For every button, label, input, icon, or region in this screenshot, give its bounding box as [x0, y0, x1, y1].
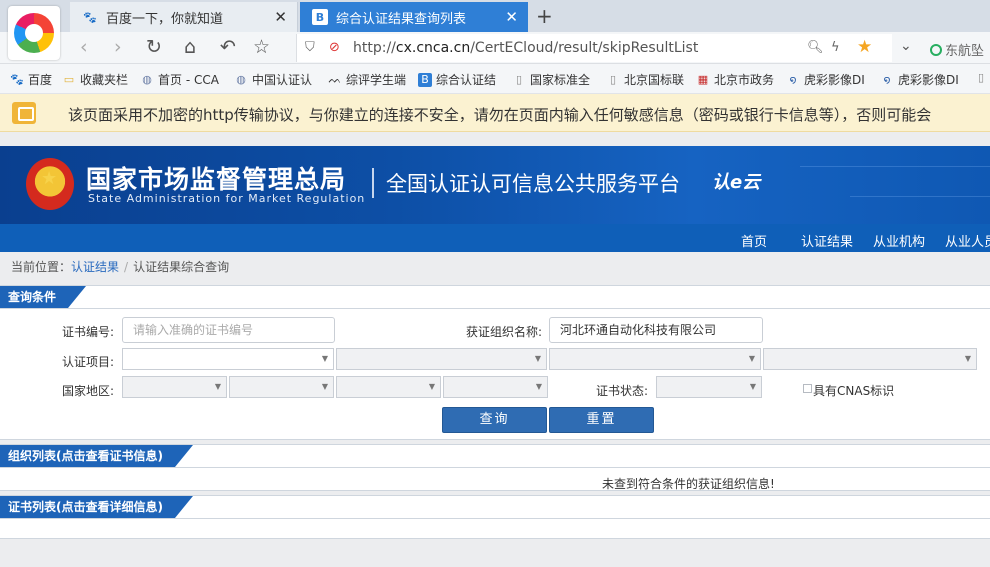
- bookmark-item[interactable]: ▯: [974, 71, 990, 85]
- region-label: 国家地区:: [62, 384, 115, 398]
- browser-logo-icon: [14, 13, 54, 53]
- bookmark-item[interactable]: ᨓ 综评学生端: [328, 71, 406, 88]
- region-select-4[interactable]: [443, 376, 548, 398]
- warning-text: 该页面采用不加密的http传输协议，与你建立的连接不安全，请勿在页面内输入任何敏…: [68, 106, 932, 124]
- bookmark-item[interactable]: ▯ 北京国标联: [606, 71, 684, 88]
- bookmark-item[interactable]: 🐾 百度: [10, 71, 52, 88]
- baidu-paw-icon: 🐾: [10, 72, 24, 86]
- page-icon: ▯: [977, 71, 985, 84]
- cnas-label: 具有CNAS标识: [813, 384, 895, 398]
- nav-personnel[interactable]: 从业人员: [945, 231, 990, 250]
- agency-name-en: State Administration for Market Regulati…: [88, 192, 366, 205]
- nav-institutions[interactable]: 从业机构: [873, 231, 925, 250]
- bookmark-item[interactable]: ໑虎彩影像DI: [880, 71, 958, 88]
- status-select[interactable]: [656, 376, 762, 398]
- national-emblem-icon: [26, 158, 74, 210]
- swirl-icon: ໑: [789, 72, 797, 86]
- grid-icon: ▦: [697, 72, 709, 86]
- mountain-icon: ᨓ: [328, 72, 342, 86]
- breadcrumb: 当前位置：认证结果 / 认证结果综合查询: [11, 260, 230, 274]
- lightning-icon[interactable]: ϟ: [831, 40, 840, 55]
- insecure-connection-warning: 该页面采用不加密的http传输协议，与你建立的连接不安全，请勿在页面内输入任何敏…: [0, 94, 990, 132]
- cert-list-title: 证书列表(点击查看详细信息): [0, 496, 193, 518]
- project-select-2[interactable]: [336, 348, 547, 370]
- page-icon: ▯: [515, 72, 523, 86]
- browser-toolbar: ‹ › ↻ ⌂ ↶ ☆ ⛉ ⊘ http://cx.cnca.cn/CertEC…: [0, 32, 990, 64]
- platform-title: 全国认证认可信息公共服务平台: [386, 172, 680, 196]
- search-engine-box[interactable]: 东航坠: [930, 40, 984, 59]
- org-name-input[interactable]: 河北环通自动化科技有限公司: [549, 317, 763, 343]
- globe-icon: ◍: [236, 72, 246, 86]
- new-tab-button[interactable]: +: [536, 4, 553, 28]
- bookmarks-bar: 🐾 百度 ▭ 收藏夹栏 ◍ 首页 - CCA ◍ 中国认证认 ᨓ 综评学生端 B 综合认证结…: [0, 64, 990, 94]
- close-icon[interactable]: ✕: [274, 8, 287, 26]
- breadcrumb-link[interactable]: 认证结果: [71, 260, 119, 274]
- browser-logo[interactable]: [8, 6, 60, 60]
- baidu-paw-icon: 🐾: [83, 10, 97, 24]
- nav-cert-results[interactable]: 认证结果: [801, 231, 853, 250]
- home-icon[interactable]: ⌂: [184, 36, 196, 58]
- region-select-3[interactable]: [336, 376, 441, 398]
- shield-icon[interactable]: ⛉: [305, 40, 315, 55]
- undo-icon[interactable]: ↶: [220, 36, 236, 58]
- site-favicon: B: [312, 9, 328, 25]
- chevron-down-icon[interactable]: ⌄: [900, 38, 912, 54]
- cert-no-label: 证书编号:: [62, 325, 115, 339]
- cnas-checkbox[interactable]: [803, 384, 812, 393]
- agency-name-cn: 国家市场监督管理总局: [86, 165, 347, 194]
- tab-title: 百度一下，你就知道: [106, 11, 224, 27]
- close-icon[interactable]: ✕: [505, 8, 518, 26]
- breadcrumb-current: 认证结果综合查询: [133, 260, 230, 274]
- project-label: 认证项目:: [62, 355, 115, 369]
- globe-icon: ◍: [142, 72, 152, 86]
- back-icon[interactable]: ‹: [80, 36, 88, 58]
- site-favicon: B: [418, 72, 432, 87]
- address-bar[interactable]: ⛉ ⊘ http://cx.cnca.cn/CertECloud/result/…: [296, 34, 892, 62]
- main-nav: 首页 认证结果 从业机构 从业人员: [0, 224, 990, 252]
- reset-button[interactable]: 重置: [549, 407, 654, 433]
- swirl-icon: ໑: [883, 72, 891, 86]
- bookmark-item[interactable]: ໑虎彩影像DI: [786, 71, 864, 88]
- search-engine-icon: [930, 44, 942, 56]
- folder-icon: ▭: [63, 72, 75, 86]
- query-panel-title: 查询条件: [0, 286, 86, 308]
- reload-icon[interactable]: ↻: [146, 36, 162, 58]
- cert-no-input[interactable]: 请输入准确的证书编号: [122, 317, 335, 343]
- bookmark-star-icon[interactable]: ☆: [253, 36, 270, 58]
- warning-icon: [12, 102, 36, 124]
- url-text[interactable]: http://cx.cnca.cn/CertECloud/result/skip…: [353, 40, 698, 56]
- bookmark-item[interactable]: ▭ 收藏夹栏: [62, 71, 128, 88]
- tab-baidu[interactable]: 🐾 百度一下，你就知道 ✕: [70, 2, 298, 32]
- region-select-2[interactable]: [229, 376, 334, 398]
- search-icon[interactable]: 🔍︎: [807, 40, 824, 55]
- insecure-icon[interactable]: ⊘: [329, 40, 340, 55]
- search-button[interactable]: 查询: [442, 407, 547, 433]
- tab-cert-results[interactable]: B 综合认证结果查询列表 ✕: [300, 2, 528, 32]
- favorite-star-icon[interactable]: ★: [857, 37, 872, 57]
- tab-title: 综合认证结果查询列表: [336, 11, 467, 27]
- region-select-1[interactable]: [122, 376, 227, 398]
- browser-tab-strip: 🐾 百度一下，你就知道 ✕ B 综合认证结果查询列表 ✕ +: [0, 0, 990, 60]
- org-list-panel: 组织列表(点击查看证书信息): [0, 444, 990, 491]
- nav-home[interactable]: 首页: [741, 231, 767, 250]
- bookmark-item[interactable]: ▯ 国家标准全: [512, 71, 590, 88]
- header-divider: [372, 168, 374, 198]
- project-select-4[interactable]: [763, 348, 977, 370]
- bookmark-item[interactable]: ▦ 北京市政务: [696, 71, 774, 88]
- bookmark-item[interactable]: ◍ 首页 - CCA: [140, 71, 219, 88]
- renyun-logo: 认e云: [712, 172, 761, 193]
- org-list-title: 组织列表(点击查看证书信息): [0, 445, 193, 467]
- forward-icon[interactable]: ›: [114, 36, 122, 58]
- project-select-1[interactable]: [122, 348, 334, 370]
- org-name-label: 获证组织名称:: [465, 325, 542, 339]
- bookmark-item[interactable]: ◍ 中国认证认: [234, 71, 312, 88]
- org-list-empty-message: 未查到符合条件的获证组织信息!: [602, 477, 775, 491]
- status-label: 证书状态:: [595, 384, 648, 398]
- project-select-3[interactable]: [549, 348, 761, 370]
- page-icon: ▯: [609, 72, 617, 86]
- site-header: 国家市场监督管理总局 State Administration for Mark…: [0, 146, 990, 224]
- cert-list-panel: 证书列表(点击查看详细信息): [0, 495, 990, 539]
- bookmark-item[interactable]: B 综合认证结: [418, 71, 496, 88]
